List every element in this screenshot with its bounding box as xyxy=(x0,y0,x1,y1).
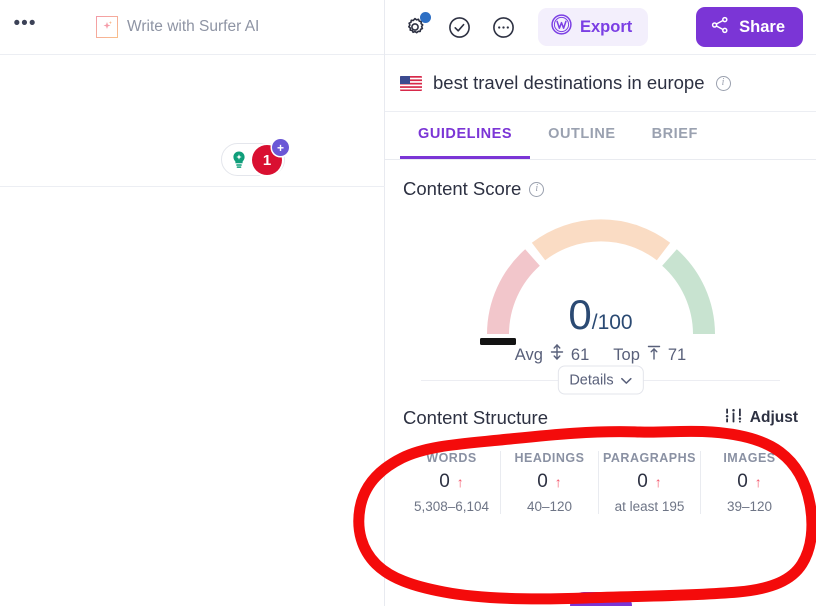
metric-label: WORDS xyxy=(426,451,477,465)
content-structure-section: Content Structure Adjust WORDS 0 ↑ 5,308… xyxy=(385,381,816,514)
metric-value-row: 0 ↑ xyxy=(603,471,696,493)
top-value: 71 xyxy=(667,345,687,364)
content-score-info-icon[interactable]: i xyxy=(529,181,545,197)
tab-guidelines[interactable]: GUIDELINES xyxy=(400,112,531,159)
export-button[interactable]: Export xyxy=(538,8,649,46)
editor-pane: ••• Write with Surfer AI 1 + xyxy=(0,0,385,606)
content-score-gauge: 0 /100 Avg 61 Top 71 xyxy=(403,202,798,374)
content-score-section: Content Score i 0 /100 Avg 61 Top 71 Det… xyxy=(385,160,816,395)
share-nodes-icon xyxy=(710,15,730,40)
share-label: Share xyxy=(739,17,785,36)
metric-range: at least 195 xyxy=(614,499,685,514)
top-label: Top xyxy=(613,345,640,364)
content-structure-title: Content Structure xyxy=(403,407,548,428)
app-root: ••• Write with Surfer AI 1 + Export Shar… xyxy=(0,0,816,606)
editor-divider xyxy=(0,186,385,187)
up-arrow-icon: ↑ xyxy=(554,474,562,490)
more-options-button[interactable] xyxy=(488,12,518,42)
add-insight-badge[interactable]: + xyxy=(272,139,289,156)
metric-value-row: 0 ↑ xyxy=(407,471,496,493)
wordpress-icon xyxy=(551,14,572,40)
average-icon xyxy=(550,344,564,366)
top-score-stat: Top 71 xyxy=(613,344,686,366)
up-arrow-icon: ↑ xyxy=(654,474,662,490)
metric-paragraphs[interactable]: PARAGRAPHS 0 ↑ at least 195 xyxy=(599,451,701,514)
keyword-row: best travel destinations in europe i xyxy=(385,55,816,112)
metric-value-row: 0 ↑ xyxy=(705,471,794,493)
content-score-title: Content Score xyxy=(403,178,522,199)
metric-range: 40–120 xyxy=(526,499,573,514)
metric-value: 0 xyxy=(439,471,450,492)
chevron-down-icon xyxy=(620,372,632,388)
metric-images[interactable]: IMAGES 0 ↑ 39–120 xyxy=(701,451,798,514)
insight-pill[interactable]: 1 + xyxy=(221,139,289,176)
avg-score-stat: Avg 61 xyxy=(514,344,590,366)
sparkle-square-icon xyxy=(96,16,118,38)
keyword-title: best travel destinations in europe xyxy=(433,72,705,93)
metric-headings[interactable]: HEADINGS 0 ↑ 40–120 xyxy=(501,451,599,514)
share-button[interactable]: Share xyxy=(696,7,803,47)
sliders-icon xyxy=(725,408,742,428)
lightbulb-icon xyxy=(228,149,250,171)
content-score-header: Content Score i xyxy=(403,178,798,200)
avg-label: Avg xyxy=(514,345,543,364)
tab-outline[interactable]: OUTLINE xyxy=(530,112,634,159)
adjust-label: Adjust xyxy=(749,409,798,426)
metric-range: 39–120 xyxy=(726,499,773,514)
us-flag-icon xyxy=(400,75,422,91)
metric-value: 0 xyxy=(537,471,548,492)
content-score-value-group: 0 /100 xyxy=(568,294,632,336)
content-score-benchmarks: Avg 61 Top 71 xyxy=(403,344,798,366)
up-arrow-icon: ↑ xyxy=(754,474,762,490)
editor-toolbar: ••• Write with Surfer AI xyxy=(0,0,384,55)
details-label: Details xyxy=(569,372,614,388)
sidebar-toolbar: Export Share xyxy=(385,0,816,55)
metric-value: 0 xyxy=(637,471,648,492)
tab-brief[interactable]: BRIEF xyxy=(634,112,716,159)
settings-notification-dot xyxy=(420,12,431,23)
editor-body[interactable]: 1 + xyxy=(0,55,385,606)
metric-label: IMAGES xyxy=(723,451,776,465)
metric-value-row: 0 ↑ xyxy=(505,471,594,493)
settings-button[interactable] xyxy=(400,12,431,42)
guidelines-sidebar: Export Share best travel destinations in… xyxy=(385,0,816,606)
content-structure-metrics: WORDS 0 ↑ 5,308–6,104 HEADINGS 0 ↑ 40–12… xyxy=(403,451,798,514)
keyword-info-icon[interactable]: i xyxy=(715,75,731,91)
export-label: Export xyxy=(580,17,633,36)
details-divider: Details xyxy=(421,365,780,395)
write-with-surfer-ai-label: Write with Surfer AI xyxy=(127,18,260,35)
metric-range: 5,308–6,104 xyxy=(413,499,490,514)
editor-more-menu-button[interactable]: ••• xyxy=(8,10,42,44)
adjust-button[interactable]: Adjust xyxy=(725,408,798,428)
up-arrow-icon: ↑ xyxy=(456,474,464,490)
content-score-value: 0 xyxy=(568,291,592,338)
metric-words[interactable]: WORDS 0 ↑ 5,308–6,104 xyxy=(403,451,501,514)
metric-label: PARAGRAPHS xyxy=(603,451,696,465)
floating-action-nub[interactable] xyxy=(569,592,632,606)
sidebar-tabs: GUIDELINES OUTLINE BRIEF xyxy=(385,112,816,160)
metric-value: 0 xyxy=(737,471,748,492)
content-score-max: /100 xyxy=(591,311,633,334)
check-circle-button[interactable] xyxy=(444,12,474,42)
content-structure-header: Content Structure Adjust xyxy=(403,407,798,429)
details-button[interactable]: Details xyxy=(557,365,644,395)
metric-label: HEADINGS xyxy=(514,451,585,465)
avg-value: 61 xyxy=(570,345,590,364)
write-with-surfer-ai-button[interactable]: Write with Surfer AI xyxy=(96,16,259,38)
top-arrow-icon xyxy=(647,344,661,366)
